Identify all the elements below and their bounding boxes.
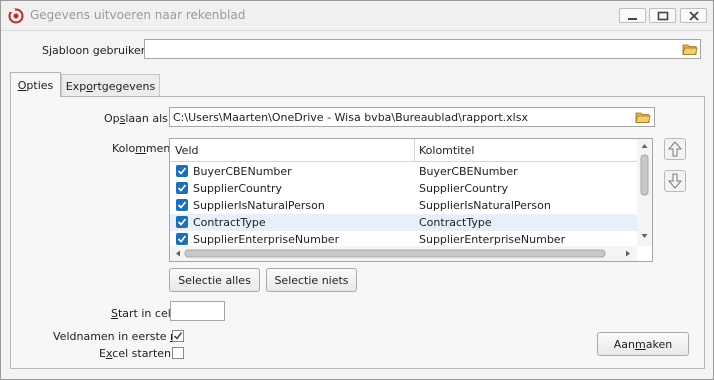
excel-start-label: Excel starten <box>99 347 172 360</box>
check-icon <box>174 332 183 340</box>
start-cell-label: Start in cel <box>111 307 171 320</box>
close-button[interactable] <box>680 8 707 23</box>
table-row[interactable]: BuyerCBENumber BuyerCBENumber <box>170 163 637 180</box>
move-up-button[interactable] <box>664 138 686 160</box>
folder-icon[interactable] <box>682 42 698 56</box>
scroll-up-icon[interactable] <box>641 144 648 148</box>
close-icon <box>689 11 699 21</box>
check-icon <box>177 167 187 175</box>
check-icon <box>177 218 187 226</box>
tab-export-data[interactable]: Exportgegevens <box>61 74 160 97</box>
header-divider[interactable] <box>414 139 415 161</box>
horizontal-scrollbar-graphic <box>176 249 630 258</box>
cell-field: BuyerCBENumber <box>193 165 292 178</box>
scroll-right-icon[interactable] <box>626 250 630 257</box>
cell-title[interactable]: SupplierCountry <box>419 182 508 195</box>
window-title: Gegevens uitvoeren naar rekenblad <box>30 8 246 22</box>
move-down-button[interactable] <box>664 170 686 192</box>
horizontal-scroll-thumb[interactable] <box>184 249 606 258</box>
check-icon <box>177 184 187 192</box>
cell-title[interactable]: ContractType <box>419 216 492 229</box>
tab-options[interactable]: Opties <box>10 72 61 97</box>
arrow-down-icon <box>667 173 683 189</box>
field-names-first-row-label: Veldnamen in eerste rij <box>53 330 181 343</box>
template-label: Sjabloon gebruiken <box>42 44 148 57</box>
field-names-first-row-checkbox[interactable] <box>172 330 184 342</box>
maximize-button[interactable] <box>649 8 676 23</box>
horizontal-scrollbar[interactable] <box>170 246 637 261</box>
cell-field: ContractType <box>193 216 266 229</box>
cell-field: SupplierIsNaturalPerson <box>193 199 325 212</box>
table-row[interactable]: SupplierCountry SupplierCountry <box>170 180 637 197</box>
save-as-input[interactable]: C:\Users\Maarten\OneDrive - Wisa bvba\Bu… <box>169 107 655 127</box>
header-column-title[interactable]: Kolomtitel <box>419 144 474 157</box>
folder-icon[interactable] <box>635 110 651 124</box>
row-checkbox[interactable] <box>176 165 188 177</box>
create-button[interactable]: Aanmaken <box>597 332 689 356</box>
export-dialog: Gegevens uitvoeren naar rekenblad Sjablo… <box>0 0 714 380</box>
cell-title[interactable]: BuyerCBENumber <box>419 165 518 178</box>
header-field[interactable]: Veld <box>175 144 198 157</box>
cell-field: SupplierCountry <box>193 182 283 195</box>
save-as-label: Opslaan als <box>104 112 168 125</box>
grid-header: Veld Kolomtitel <box>170 139 638 162</box>
row-checkbox[interactable] <box>176 216 188 228</box>
row-checkbox[interactable] <box>176 233 188 245</box>
vertical-scrollbar[interactable] <box>637 139 652 246</box>
check-icon <box>177 235 187 243</box>
select-all-button[interactable]: Selectie alles <box>169 268 260 292</box>
columns-grid[interactable]: Veld Kolomtitel BuyerCBENumber BuyerCBEN… <box>169 138 653 262</box>
maximize-icon <box>657 11 669 21</box>
table-row[interactable]: SupplierIsNaturalPerson SupplierIsNatura… <box>170 197 637 214</box>
excel-start-checkbox[interactable] <box>172 347 184 359</box>
app-icon <box>8 8 24 24</box>
minimize-button[interactable] <box>619 8 646 23</box>
start-cell-input[interactable] <box>170 301 225 321</box>
scroll-left-icon[interactable] <box>176 250 180 257</box>
vertical-scrollbar-graphic <box>640 144 649 238</box>
template-input[interactable] <box>144 39 701 59</box>
arrow-up-icon <box>667 141 683 157</box>
cell-title[interactable]: SupplierEnterpriseNumber <box>419 233 565 246</box>
select-none-button[interactable]: Selectie niets <box>266 268 357 292</box>
title-bar[interactable]: Gegevens uitvoeren naar rekenblad <box>1 1 713 31</box>
scroll-down-icon[interactable] <box>641 234 648 238</box>
cell-field: SupplierEnterpriseNumber <box>193 233 340 246</box>
columns-label: Kolommen <box>112 142 171 155</box>
save-as-path: C:\Users\Maarten\OneDrive - Wisa bvba\Bu… <box>173 111 528 124</box>
row-checkbox[interactable] <box>176 199 188 211</box>
table-row-selected[interactable]: ContractType ContractType <box>170 214 637 231</box>
check-icon <box>177 201 187 209</box>
minimize-icon <box>628 18 637 20</box>
cell-title[interactable]: SupplierIsNaturalPerson <box>419 199 551 212</box>
vertical-scroll-thumb[interactable] <box>640 154 649 196</box>
row-checkbox[interactable] <box>176 182 188 194</box>
